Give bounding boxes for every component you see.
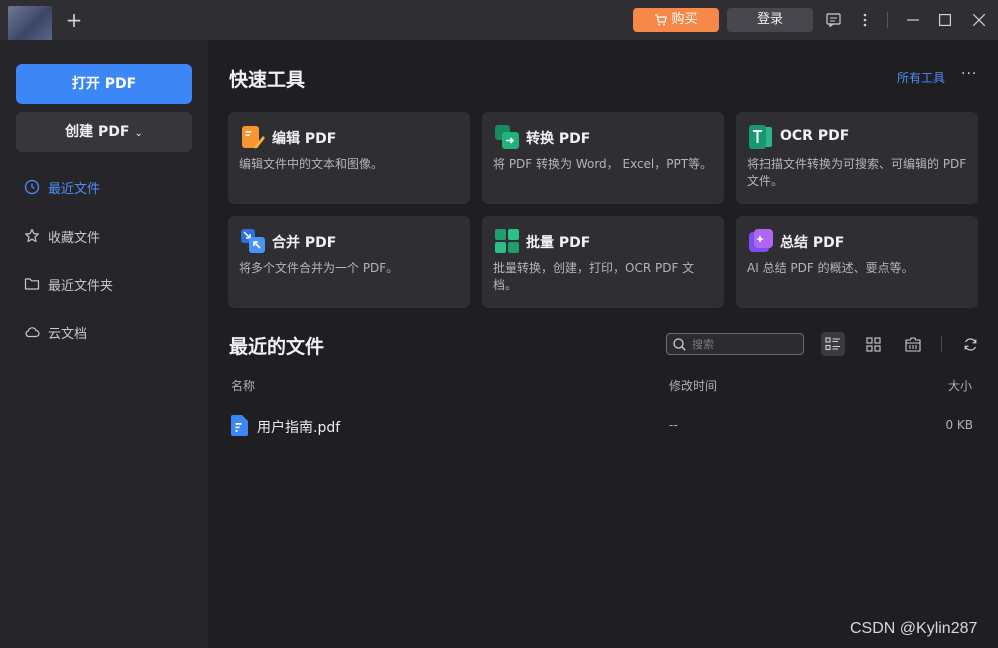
more-horizontal-icon[interactable]: ··· [961,66,977,82]
document-tab-thumbnail[interactable] [8,6,52,44]
pdf-file-icon [231,415,248,436]
open-pdf-button[interactable]: 打开 PDF [16,64,192,104]
create-pdf-label: 创建 PDF [65,124,130,140]
login-button[interactable]: 登录 [727,8,813,32]
grid-view-icon[interactable] [861,332,885,356]
folder-icon [24,278,40,290]
tool-description: 将多个文件合并为一个 PDF。 [239,261,399,275]
maximize-icon[interactable] [936,10,954,30]
all-tools-link[interactable]: 所有工具 [897,69,945,86]
summarize-pdf-icon [749,229,773,252]
tool-description: AI 总结 PDF 的概述、要点等。 [747,261,914,275]
file-size: 0 KB [945,418,973,432]
chevron-down-icon: ⌄ [134,128,143,139]
search-input[interactable] [692,337,792,351]
file-name: 用户指南.pdf [257,420,341,436]
batch-pdf-icon [495,229,519,253]
tool-name: 转换 PDF [526,131,591,147]
tool-name: 批量 PDF [526,235,591,251]
tool-name: 合并 PDF [272,235,337,251]
sidebar-item-cloud-docs[interactable]: 云文档 [24,321,194,343]
tool-card-summarize-pdf[interactable]: 总结 PDF AI 总结 PDF 的概述、要点等。 [736,216,978,308]
recent-files-title: 最近的文件 [229,336,325,358]
column-header-modified[interactable]: 修改时间 [669,377,717,394]
tool-name: 编辑 PDF [272,131,337,147]
tool-description: 将 PDF 转换为 Word， Excel，PPT等。 [493,157,713,171]
feedback-icon[interactable] [824,10,842,30]
tool-description: 编辑文件中的文本和图像。 [239,157,384,171]
buy-label: 购买 [671,12,698,27]
watermark: CSDN @Kylin287 [850,620,978,637]
column-header-size[interactable]: 大小 [948,377,972,394]
toolbar-divider [941,336,942,352]
create-pdf-button[interactable]: 创建 PDF ⌄ [16,112,192,152]
title-bar: + 购买 登录 [0,0,998,44]
tool-name: 总结 PDF [780,235,845,251]
clock-icon [24,179,40,195]
tool-description: 批量转换，创建，打印，OCR PDF 文档。 [493,261,695,292]
buy-button[interactable]: 购买 [633,8,719,32]
tool-card-merge-pdf[interactable]: 合并 PDF 将多个文件合并为一个 PDF。 [228,216,470,308]
list-view-icon[interactable] [821,332,845,356]
sidebar-item-label: 云文档 [48,326,88,342]
sidebar-item-recent-files[interactable]: 最近文件 [24,176,194,198]
new-tab-plus-icon[interactable]: + [64,9,84,31]
sidebar-item-recent-folders[interactable]: 最近文件夹 [24,273,194,295]
tool-card-batch-pdf[interactable]: 批量 PDF 批量转换，创建，打印，OCR PDF 文档。 [482,216,724,308]
convert-pdf-icon [495,125,519,149]
column-header-name[interactable]: 名称 [231,377,255,394]
more-vertical-icon[interactable] [856,10,874,30]
ocr-pdf-icon [749,125,772,149]
tool-card-convert-pdf[interactable]: 转换 PDF 将 PDF 转换为 Word， Excel，PPT等。 [482,112,724,204]
tool-description: 将扫描文件转换为可搜索、可编辑的 PDF 文件。 [747,157,967,188]
refresh-icon[interactable] [958,332,982,356]
tool-card-ocr-pdf[interactable]: OCR PDF 将扫描文件转换为可搜索、可编辑的 PDF 文件。 [736,112,978,204]
titlebar-divider [887,12,888,28]
star-icon [25,228,39,243]
minimize-icon[interactable] [904,10,922,30]
sidebar: 打开 PDF 创建 PDF ⌄ 最近文件 收藏文件 最近文件夹 云文档 [0,40,208,648]
edit-pdf-icon [242,126,265,149]
sidebar-item-label: 最近文件 [48,181,101,197]
merge-pdf-icon [241,229,265,253]
cloud-icon [25,327,40,338]
file-modified: -- [669,418,678,432]
sidebar-item-label: 最近文件夹 [48,278,114,294]
tool-card-edit-pdf[interactable]: 编辑 PDF 编辑文件中的文本和图像。 [228,112,470,204]
sidebar-item-favorites[interactable]: 收藏文件 [24,225,194,247]
tool-name: OCR PDF [780,128,850,144]
sidebar-item-label: 收藏文件 [48,230,101,246]
search-box [666,333,804,355]
clear-history-icon[interactable] [901,332,925,356]
search-icon [673,337,686,351]
quick-tools-title: 快速工具 [229,69,306,91]
close-icon[interactable] [970,10,988,30]
cart-icon [655,14,668,26]
